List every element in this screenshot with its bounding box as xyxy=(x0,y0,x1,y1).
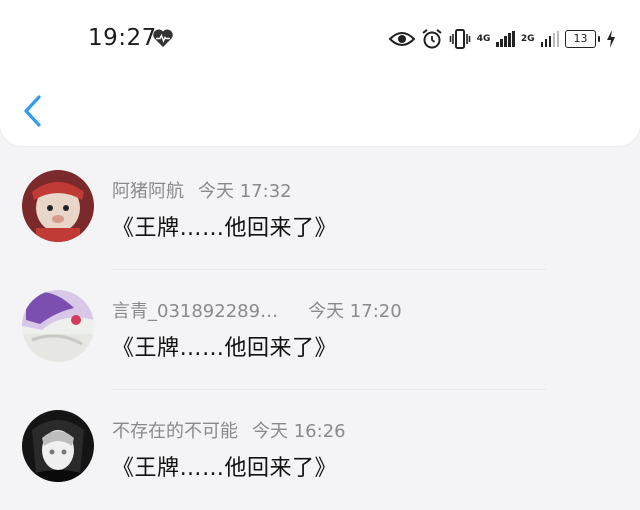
comment-meta: 言青_031892289… 今天 17:20 xyxy=(112,297,402,323)
alarm-icon xyxy=(422,29,442,49)
back-chevron-icon[interactable] xyxy=(22,94,44,128)
timestamp: 今天 16:26 xyxy=(252,421,346,442)
comment-item[interactable]: 言青_031892289… 今天 17:20 《王牌……他回来了》 xyxy=(0,270,640,390)
charging-icon xyxy=(607,30,615,48)
signal-icon-2 xyxy=(540,31,559,47)
comment-item[interactable]: 不存在的不可能 今天 16:26 《王牌……他回来了》 xyxy=(0,390,640,510)
username[interactable]: 言青_031892289… xyxy=(112,301,278,322)
timestamp: 今天 17:20 xyxy=(308,301,402,322)
timestamp: 今天 17:32 xyxy=(198,181,292,202)
status-time: 19:27 xyxy=(88,25,157,51)
comment-meta: 阿猪阿航 今天 17:32 xyxy=(112,177,292,203)
avatar[interactable] xyxy=(22,410,94,482)
comment-item[interactable]: 阿猪阿航 今天 17:32 《王牌……他回来了》 xyxy=(0,150,640,270)
comment-list: 阿猪阿航 今天 17:32 《王牌……他回来了》 言青_031892289… 今天 … xyxy=(0,150,640,510)
header: 19:27 4G 2G 13 xyxy=(0,0,640,146)
comment-text: 《王牌……他回来了》 xyxy=(112,456,338,481)
username[interactable]: 不存在的不可能 xyxy=(112,421,238,442)
vibrate-icon xyxy=(449,29,470,49)
network-type-2: 2G xyxy=(520,33,535,44)
avatar[interactable] xyxy=(22,170,94,242)
status-icons: 4G 2G 13 xyxy=(388,26,616,52)
avatar[interactable] xyxy=(22,290,94,362)
heart-icon xyxy=(153,29,173,47)
signal-icon-1 xyxy=(496,31,515,47)
eye-icon xyxy=(388,32,415,46)
comment-meta: 不存在的不可能 今天 16:26 xyxy=(112,417,346,443)
comment-text: 《王牌……他回来了》 xyxy=(112,336,338,361)
username[interactable]: 阿猪阿航 xyxy=(112,181,184,202)
battery-indicator: 13 xyxy=(565,30,600,48)
network-type-1: 4G xyxy=(476,33,491,44)
comment-text: 《王牌……他回来了》 xyxy=(112,216,338,241)
